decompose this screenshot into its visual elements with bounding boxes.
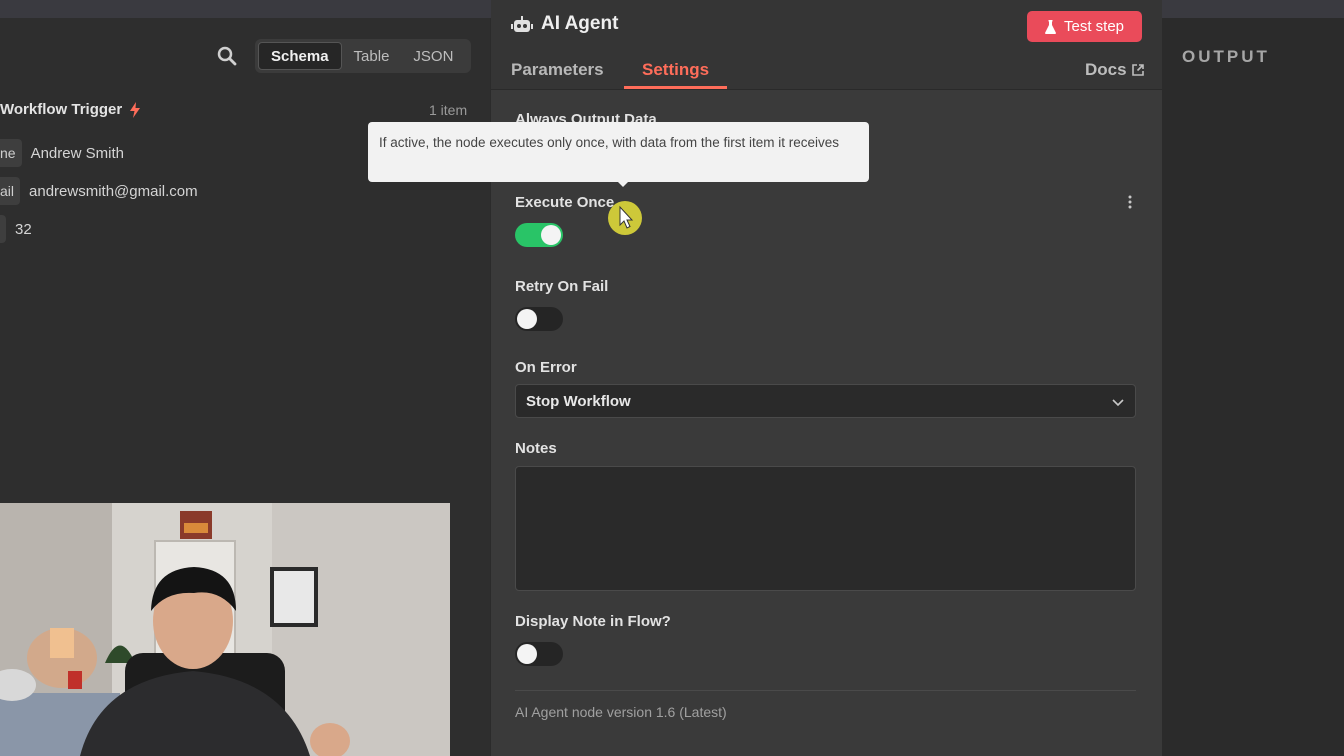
on-error-value: Stop Workflow xyxy=(526,392,631,410)
execute-once-label: Execute Once xyxy=(515,194,615,211)
node-version: AI Agent node version 1.6 (Latest) xyxy=(515,704,727,720)
schema-field-row[interactable]: ail andrewsmith@gmail.com xyxy=(0,177,198,205)
schema-field-row[interactable]: ne Andrew Smith xyxy=(0,139,124,167)
toggle-knob xyxy=(517,644,537,664)
on-error-select[interactable]: Stop Workflow xyxy=(515,384,1136,418)
retry-on-fail-toggle[interactable] xyxy=(515,307,563,331)
field-value: Andrew Smith xyxy=(30,144,124,162)
field-key xyxy=(0,215,6,243)
divider xyxy=(515,690,1136,691)
node-settings-panel: AI Agent Test step Parameters Settings D… xyxy=(491,0,1162,756)
webcam-overlay xyxy=(0,503,450,756)
output-title: OUTPUT xyxy=(1182,47,1270,66)
external-link-icon xyxy=(1131,64,1144,76)
lightning-bolt-icon xyxy=(130,102,140,118)
docs-link[interactable]: Docs xyxy=(1085,60,1144,80)
retry-on-fail-label: Retry On Fail xyxy=(515,278,609,295)
view-schema-button[interactable]: Schema xyxy=(258,42,342,70)
chevron-down-icon xyxy=(1112,399,1124,407)
active-tab-indicator xyxy=(624,86,727,89)
output-panel: OUTPUT xyxy=(1163,18,1344,756)
robot-icon xyxy=(511,16,533,32)
node-header: AI Agent Test step Parameters Settings D… xyxy=(491,0,1162,90)
display-note-label: Display Note in Flow? xyxy=(515,613,671,630)
field-key: ne xyxy=(0,139,22,167)
view-table-button[interactable]: Table xyxy=(342,42,402,70)
test-step-label: Test step xyxy=(1063,18,1125,35)
tab-settings[interactable]: Settings xyxy=(642,60,709,80)
item-count: 1 item xyxy=(429,102,468,118)
tab-parameters[interactable]: Parameters xyxy=(511,60,604,80)
more-options-icon[interactable] xyxy=(1126,194,1134,210)
docs-label: Docs xyxy=(1085,60,1127,79)
view-mode-toggle: Schema Table JSON xyxy=(255,39,471,73)
toggle-knob xyxy=(541,225,561,245)
execute-once-toggle[interactable] xyxy=(515,223,563,247)
flask-icon xyxy=(1044,19,1056,34)
webcam-video-image xyxy=(0,503,450,756)
notes-label: Notes xyxy=(515,440,557,457)
search-icon[interactable] xyxy=(217,46,237,66)
mouse-cursor-icon xyxy=(608,201,642,235)
display-note-toggle[interactable] xyxy=(515,642,563,666)
node-title: AI Agent xyxy=(541,13,619,34)
field-value: 32 xyxy=(15,220,32,238)
execute-once-tooltip: If active, the node executes only once, … xyxy=(368,122,869,182)
schema-field-row[interactable]: 32 xyxy=(0,215,32,243)
notes-textarea[interactable] xyxy=(515,466,1136,591)
tooltip-arrow xyxy=(617,181,629,187)
field-value: andrewsmith@gmail.com xyxy=(29,182,198,200)
trigger-title: Workflow Trigger xyxy=(0,101,123,118)
test-step-button[interactable]: Test step xyxy=(1027,11,1142,42)
toggle-knob xyxy=(517,309,537,329)
view-json-button[interactable]: JSON xyxy=(401,42,465,70)
on-error-label: On Error xyxy=(515,359,577,376)
field-key: ail xyxy=(0,177,21,205)
